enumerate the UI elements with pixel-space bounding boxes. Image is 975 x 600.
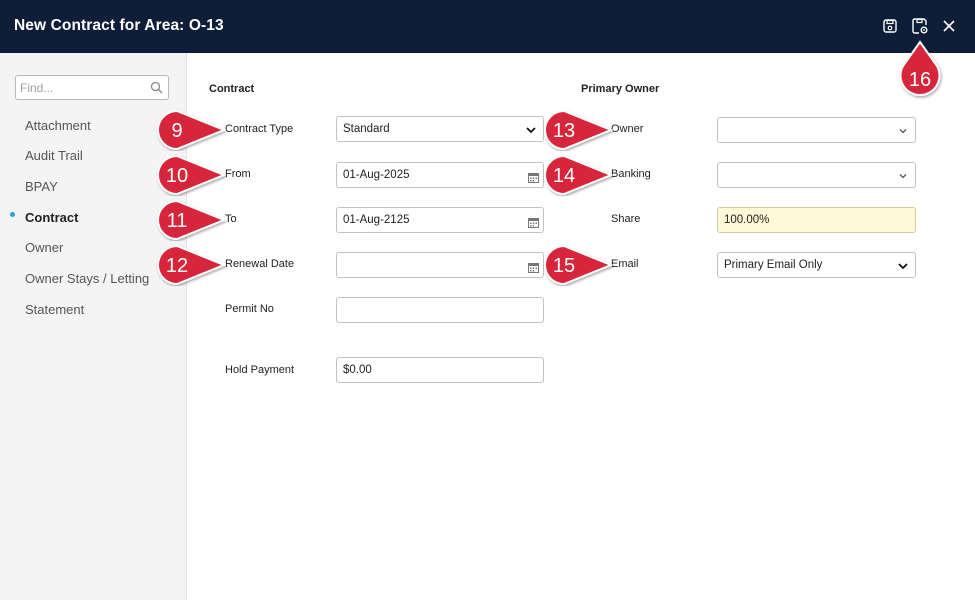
hold-payment-input[interactable]: $0.00 (336, 357, 544, 383)
callout-marker-10: 10 (157, 154, 227, 196)
callout-number: 10 (166, 165, 188, 187)
sidebar-item-bpay[interactable]: BPAY (25, 179, 58, 194)
callout-number: 12 (166, 255, 188, 277)
callout-number: 14 (553, 165, 575, 187)
share-field[interactable]: 100.00% (717, 207, 916, 233)
owner-label: Owner (611, 123, 644, 135)
calendar-icon[interactable] (528, 262, 539, 276)
save-icon[interactable] (881, 17, 899, 35)
callout-marker-14: 14 (544, 154, 614, 196)
callout-marker-11: 11 (157, 199, 227, 241)
banking-label: Banking (611, 168, 651, 180)
renewal-date-label: Renewal Date (225, 258, 295, 270)
contract-type-label: Contract Type (225, 123, 294, 135)
sidebar-item-statement[interactable]: Statement (25, 302, 84, 317)
callout-number: 11 (167, 210, 188, 232)
callout-number: 16 (909, 69, 931, 91)
active-indicator-dot (10, 212, 15, 217)
close-icon[interactable] (940, 17, 958, 35)
hold-payment-label: Hold Payment (225, 364, 295, 376)
from-date-field[interactable]: 01-Aug-2025 (336, 162, 544, 188)
callout-marker-15: 15 (544, 244, 614, 286)
chevron-down-icon (898, 171, 908, 183)
permit-no-label: Permit No (225, 303, 274, 315)
to-date-field[interactable]: 01-Aug-2125 (336, 207, 544, 233)
chevron-down-icon (898, 261, 908, 273)
owner-select[interactable] (717, 117, 916, 143)
callout-marker-13: 13 (544, 109, 614, 151)
email-label: Email (611, 258, 639, 270)
to-date-value: 01-Aug-2125 (343, 214, 410, 226)
window-title: New Contract for Area: O-13 (14, 17, 224, 34)
share-value: 100.00% (724, 214, 770, 226)
contract-section-title: Contract (209, 83, 255, 95)
email-value: Primary Email Only (724, 259, 823, 271)
sidebar-item-attachment[interactable]: Attachment (25, 118, 91, 133)
renewal-date-field[interactable] (336, 252, 544, 278)
search-icon[interactable] (150, 81, 163, 99)
callout-number: 9 (171, 120, 182, 142)
hold-payment-value: $0.00 (343, 364, 372, 376)
callout-marker-12: 12 (157, 244, 227, 286)
sidebar-item-contract[interactable]: Contract (25, 210, 78, 225)
primary-owner-section-title: Primary Owner (581, 83, 660, 95)
email-select[interactable]: Primary Email Only (717, 252, 916, 278)
save-settings-icon[interactable] (911, 17, 929, 35)
sidebar-item-audit-trail[interactable]: Audit Trail (25, 148, 83, 163)
callout-number: 13 (553, 120, 575, 142)
from-date-value: 01-Aug-2025 (343, 169, 410, 181)
callout-marker-16: 16 (899, 40, 941, 96)
title-bar: New Contract for Area: O-13 (0, 0, 975, 53)
sidebar-item-owner-stays-letting[interactable]: Owner Stays / Letting (25, 271, 149, 286)
contract-type-value: Standard (343, 123, 390, 135)
find-input[interactable] (16, 76, 144, 99)
calendar-icon[interactable] (528, 217, 539, 231)
chevron-down-icon (898, 126, 908, 138)
find-box[interactable] (15, 75, 169, 100)
callout-marker-9: 9 (157, 109, 227, 151)
contract-type-select[interactable]: Standard (336, 116, 544, 142)
callout-number: 15 (553, 255, 575, 277)
sidebar-item-owner[interactable]: Owner (25, 240, 63, 255)
calendar-icon[interactable] (528, 172, 539, 186)
share-label: Share (611, 213, 641, 225)
from-label: From (225, 168, 251, 180)
permit-no-input[interactable] (336, 297, 544, 323)
banking-select[interactable] (717, 162, 916, 188)
chevron-down-icon (526, 125, 536, 137)
